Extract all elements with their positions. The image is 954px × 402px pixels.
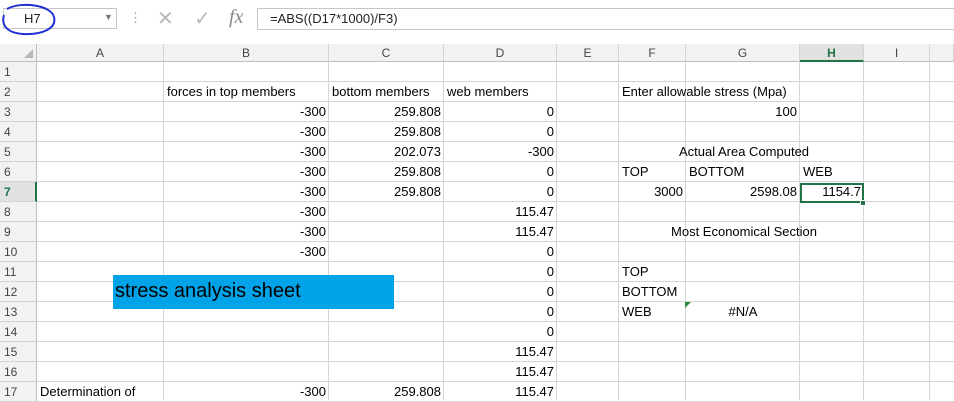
cell-d11[interactable]: 0 bbox=[444, 262, 557, 282]
more-options-icon[interactable]: ⋮ bbox=[129, 10, 142, 26]
cell-d4[interactable]: 0 bbox=[444, 122, 557, 142]
row-header-13[interactable]: 13 bbox=[0, 302, 37, 322]
cell-d8[interactable]: 115.47 bbox=[444, 202, 557, 222]
column-header-e[interactable]: E bbox=[557, 44, 619, 62]
cell-b8[interactable]: -300 bbox=[164, 202, 329, 222]
cell-c17[interactable]: 259.808 bbox=[329, 382, 444, 402]
banner-text: stress analysis sheet bbox=[115, 280, 301, 302]
cell-b9[interactable]: -300 bbox=[164, 222, 329, 242]
column-header-i[interactable]: I bbox=[864, 44, 930, 62]
gridline bbox=[929, 62, 930, 400]
cell-d10[interactable]: 0 bbox=[444, 242, 557, 262]
cell-d3[interactable]: 0 bbox=[444, 102, 557, 122]
select-all-button[interactable] bbox=[0, 44, 37, 62]
row-header-12[interactable]: 12 bbox=[0, 282, 37, 302]
row-header-11[interactable]: 11 bbox=[0, 262, 37, 282]
cell-f11[interactable]: TOP bbox=[619, 262, 939, 282]
cell-d5[interactable]: -300 bbox=[444, 142, 557, 162]
fill-handle[interactable] bbox=[860, 200, 866, 206]
row-header-6[interactable]: 6 bbox=[0, 162, 37, 182]
column-header-c[interactable]: C bbox=[329, 44, 444, 62]
cell-g3[interactable]: 100 bbox=[686, 102, 800, 122]
column-header-f[interactable]: F bbox=[619, 44, 686, 62]
cell-g7[interactable]: 2598.08 bbox=[686, 182, 800, 202]
cell-d16[interactable]: 115.47 bbox=[444, 362, 557, 382]
cell-d14[interactable]: 0 bbox=[444, 322, 557, 342]
cell-d15[interactable]: 115.47 bbox=[444, 342, 557, 362]
formula-input[interactable]: =ABS((D17*1000)/F3) bbox=[257, 8, 954, 30]
cell-c4[interactable]: 259.808 bbox=[329, 122, 444, 142]
column-header-d[interactable]: D bbox=[444, 44, 557, 62]
formula-text: =ABS((D17*1000)/F3) bbox=[270, 11, 398, 26]
name-box-value: H7 bbox=[24, 11, 41, 26]
cell-c6[interactable]: 259.808 bbox=[329, 162, 444, 182]
cell-b10[interactable]: -300 bbox=[164, 242, 329, 262]
column-header-a[interactable]: A bbox=[37, 44, 164, 62]
formula-bar: H7 ▼ ⋮ ✕ ✓ fx =ABS((D17*1000)/F3) bbox=[0, 0, 954, 40]
row-header-4[interactable]: 4 bbox=[0, 122, 37, 142]
cell-d12[interactable]: 0 bbox=[444, 282, 557, 302]
error-indicator-icon[interactable] bbox=[685, 302, 691, 308]
row-header-3[interactable]: 3 bbox=[0, 102, 37, 122]
active-cell-selection[interactable] bbox=[800, 183, 864, 203]
cell-b17[interactable]: -300 bbox=[164, 382, 329, 402]
row-header-9[interactable]: 9 bbox=[0, 222, 37, 242]
cancel-icon[interactable]: ✕ bbox=[157, 6, 174, 31]
cell-b4[interactable]: -300 bbox=[164, 122, 329, 142]
cell-b3[interactable]: -300 bbox=[164, 102, 329, 122]
cell-h6[interactable]: WEB bbox=[800, 162, 954, 182]
column-header-b[interactable]: B bbox=[164, 44, 329, 62]
chevron-down-icon[interactable]: ▼ bbox=[104, 12, 113, 22]
cell-c3[interactable]: 259.808 bbox=[329, 102, 444, 122]
row-header-7[interactable]: 7 bbox=[0, 182, 37, 202]
cell-c5[interactable]: 202.073 bbox=[329, 142, 444, 162]
cell-b7[interactable]: -300 bbox=[164, 182, 329, 202]
row-header-17[interactable]: 17 bbox=[0, 382, 37, 402]
row-header-14[interactable]: 14 bbox=[0, 322, 37, 342]
cell-d7[interactable]: 0 bbox=[444, 182, 557, 202]
row-header-16[interactable]: 16 bbox=[0, 362, 37, 382]
cell-g13[interactable]: #N/A bbox=[686, 302, 800, 322]
cell-d6[interactable]: 0 bbox=[444, 162, 557, 182]
cell-b6[interactable]: -300 bbox=[164, 162, 329, 182]
cell-d13[interactable]: 0 bbox=[444, 302, 557, 322]
row-header-1[interactable]: 1 bbox=[0, 62, 37, 82]
text-box-banner[interactable]: stress analysis sheet bbox=[113, 275, 394, 309]
cell-c7[interactable]: 259.808 bbox=[329, 182, 444, 202]
column-header-g[interactable]: G bbox=[686, 44, 800, 62]
cell-d17[interactable]: 115.47 bbox=[444, 382, 557, 402]
cell-f5[interactable]: Actual Area Computed bbox=[619, 142, 869, 162]
cell-d9[interactable]: 115.47 bbox=[444, 222, 557, 242]
column-header-h[interactable]: H bbox=[800, 44, 864, 62]
column-header-overflow[interactable] bbox=[930, 44, 954, 62]
row-header-8[interactable]: 8 bbox=[0, 202, 37, 222]
row-header-5[interactable]: 5 bbox=[0, 142, 37, 162]
row-header-15[interactable]: 15 bbox=[0, 342, 37, 362]
cell-f9[interactable]: Most Economical Section bbox=[619, 222, 869, 242]
enter-icon[interactable]: ✓ bbox=[194, 6, 211, 31]
cell-b5[interactable]: -300 bbox=[164, 142, 329, 162]
row-header-2[interactable]: 2 bbox=[0, 82, 37, 102]
cell-f7[interactable]: 3000 bbox=[619, 182, 686, 202]
cell-f2[interactable]: Enter allowable stress (Mpa) bbox=[619, 82, 939, 102]
insert-function-icon[interactable]: fx bbox=[229, 6, 243, 29]
name-box[interactable]: H7 ▼ bbox=[3, 8, 117, 29]
row-header-10[interactable]: 10 bbox=[0, 242, 37, 262]
cell-f12[interactable]: BOTTOM bbox=[619, 282, 939, 302]
